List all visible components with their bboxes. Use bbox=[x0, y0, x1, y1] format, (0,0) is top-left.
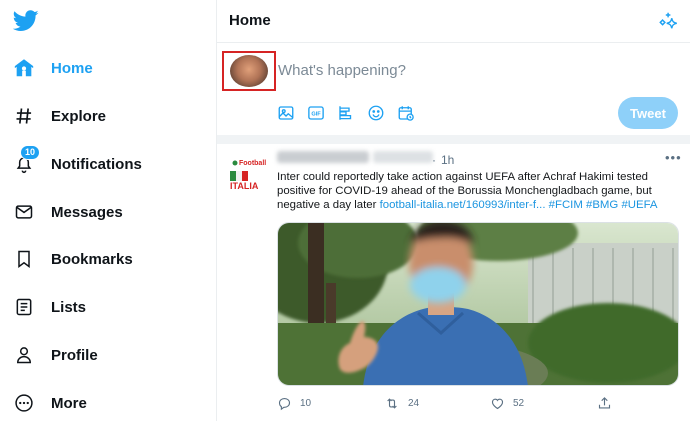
tweet-text: Inter could reportedly take action again… bbox=[277, 170, 681, 212]
hashtag-icon bbox=[12, 104, 36, 128]
retweet-action[interactable]: 24 bbox=[384, 396, 419, 411]
page-title: Home bbox=[229, 12, 271, 29]
tweet-photo bbox=[278, 223, 678, 385]
schedule-icon[interactable] bbox=[397, 104, 415, 122]
poll-icon[interactable] bbox=[337, 104, 355, 122]
sparkle-icon[interactable] bbox=[658, 10, 680, 32]
tweet-link[interactable]: football-italia.net/160993/inter-f... bbox=[380, 199, 546, 211]
sidebar: Home Explore 10 Notifications Messages B… bbox=[0, 0, 216, 421]
tweet-author-name[interactable] bbox=[277, 151, 369, 163]
tweet-separator: · bbox=[432, 153, 436, 167]
bookmark-icon bbox=[12, 247, 36, 271]
tweet-media-image[interactable] bbox=[277, 222, 679, 386]
nav-explore[interactable]: Explore bbox=[12, 102, 106, 130]
tweet-button[interactable]: Tweet bbox=[618, 97, 678, 129]
tweet-avatar-text-bottom: ITALIA bbox=[230, 181, 259, 191]
tweet-avatar-text-top: Football bbox=[239, 160, 266, 167]
share-icon bbox=[598, 397, 611, 409]
nav-bookmarks[interactable]: Bookmarks bbox=[12, 245, 133, 273]
more-circle-icon bbox=[12, 391, 36, 415]
main-column: Home What's happening? GIF Tweet Footbal… bbox=[216, 0, 690, 421]
nav-notifications[interactable]: 10 Notifications bbox=[12, 145, 142, 178]
nav-notifications-label: Notifications bbox=[51, 155, 142, 173]
retweet-icon bbox=[387, 398, 397, 409]
nav-bookmarks-label: Bookmarks bbox=[51, 250, 133, 268]
nav-messages[interactable]: Messages bbox=[12, 198, 123, 226]
reply-count: 10 bbox=[300, 398, 312, 409]
twitter-logo-icon[interactable] bbox=[13, 10, 39, 32]
heart-icon bbox=[491, 398, 504, 410]
tweet-more-icon[interactable]: ••• bbox=[665, 150, 682, 165]
nav-home[interactable]: Home bbox=[12, 54, 93, 82]
notifications-badge: 10 bbox=[20, 145, 41, 160]
avatar-highlight bbox=[222, 51, 276, 91]
like-count: 52 bbox=[513, 398, 525, 409]
svg-text:GIF: GIF bbox=[311, 112, 321, 118]
person-icon bbox=[12, 343, 36, 367]
nav-explore-label: Explore bbox=[51, 107, 107, 125]
nav-home-label: Home bbox=[51, 59, 93, 77]
tweet-avatar[interactable]: Football ITALIA bbox=[229, 155, 269, 191]
tweet-hashtags[interactable]: #FCIM #BMG #UEFA bbox=[546, 199, 658, 211]
retweet-count: 24 bbox=[408, 398, 420, 409]
nav-lists-label: Lists bbox=[51, 298, 87, 316]
nav-more-label: More bbox=[51, 394, 87, 412]
share-action[interactable] bbox=[597, 396, 612, 411]
like-action[interactable]: 52 bbox=[490, 396, 524, 411]
nav-messages-label: Messages bbox=[51, 203, 123, 221]
envelope-icon bbox=[12, 200, 36, 224]
home-header: Home bbox=[217, 0, 690, 43]
tweet-time[interactable]: 1h bbox=[441, 153, 454, 167]
image-icon[interactable] bbox=[277, 104, 295, 122]
reply-icon bbox=[278, 397, 291, 411]
compose-box bbox=[217, 43, 690, 136]
nav-profile-label: Profile bbox=[51, 346, 98, 364]
list-icon bbox=[12, 295, 36, 319]
nav-profile[interactable]: Profile bbox=[12, 341, 98, 369]
home-icon bbox=[12, 56, 36, 80]
compose-input[interactable]: What's happening? bbox=[278, 62, 406, 79]
feed-divider bbox=[217, 135, 690, 144]
bell-icon: 10 bbox=[12, 145, 41, 176]
gif-icon[interactable]: GIF bbox=[307, 104, 325, 122]
reply-action[interactable]: 10 bbox=[277, 396, 311, 411]
avatar[interactable] bbox=[230, 55, 268, 87]
nav-lists[interactable]: Lists bbox=[12, 293, 86, 321]
emoji-icon[interactable] bbox=[367, 104, 385, 122]
nav-more[interactable]: More bbox=[12, 389, 87, 417]
tweet-author-handle[interactable] bbox=[373, 151, 433, 163]
